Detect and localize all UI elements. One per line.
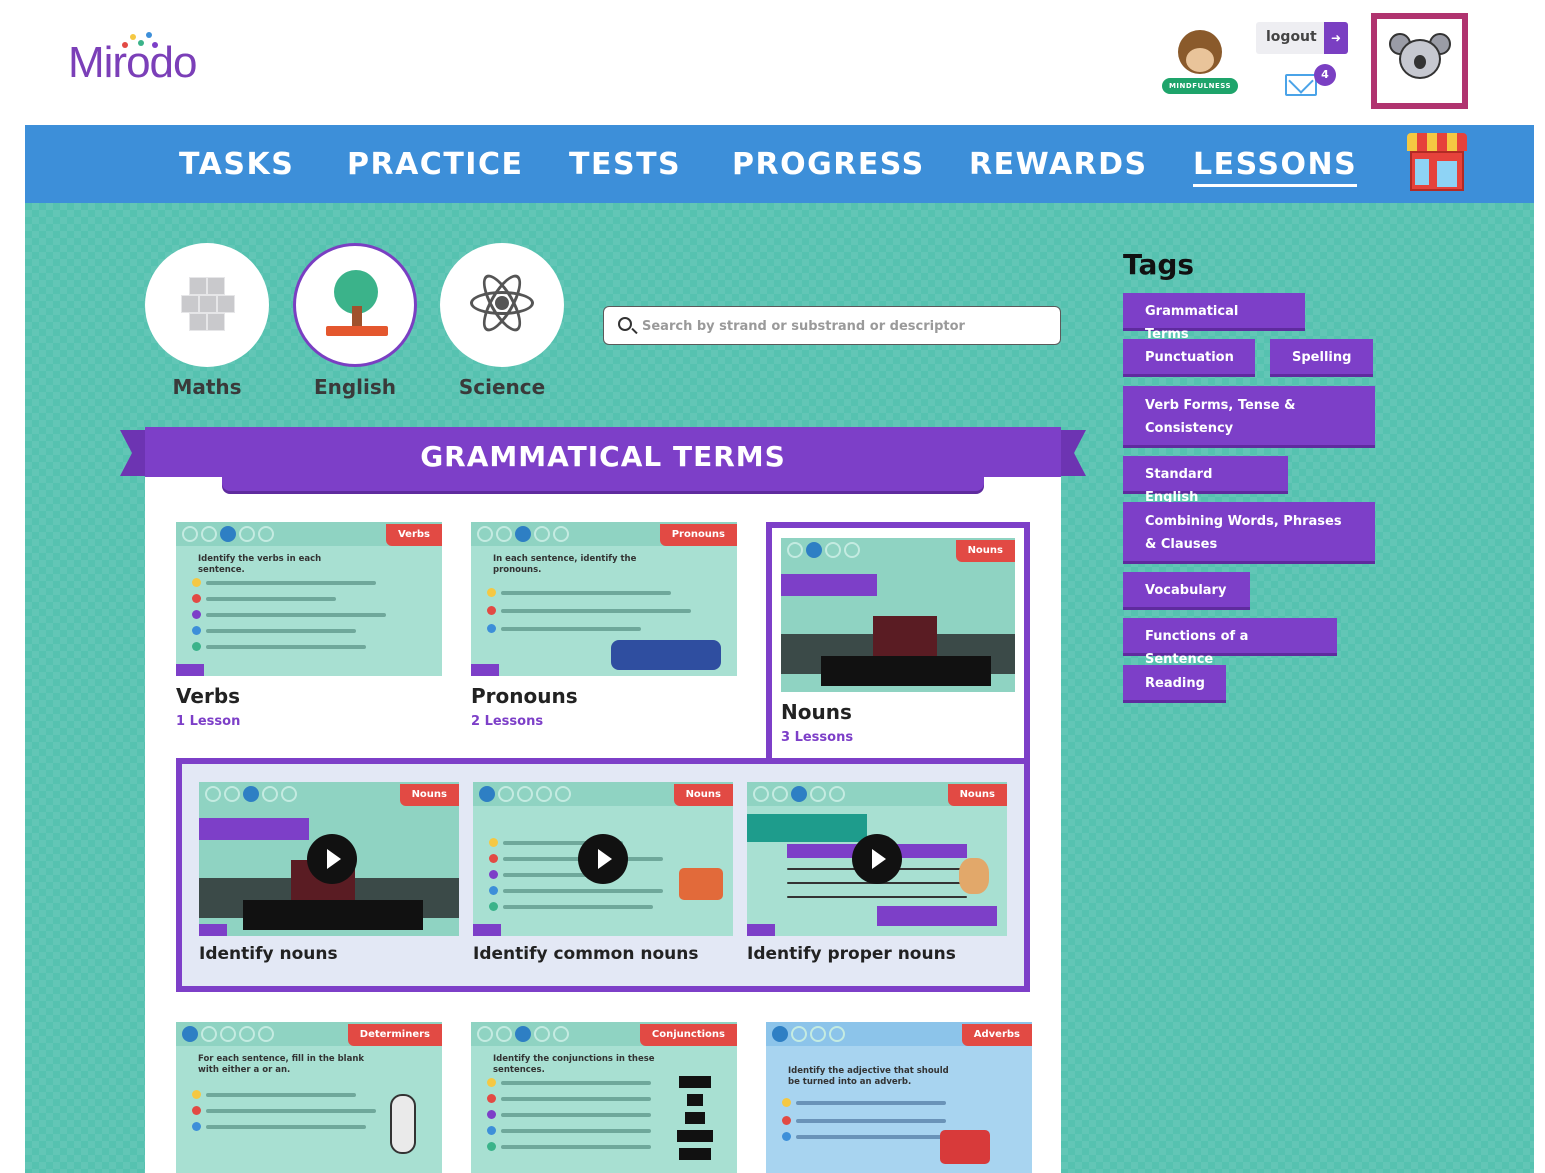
shop-icon[interactable] bbox=[1407, 133, 1467, 191]
topic-card-conjunctions[interactable]: Conjunctions Identify the conjunctions i… bbox=[471, 1022, 737, 1173]
nav-lessons[interactable]: LESSONS bbox=[1193, 147, 1358, 187]
lesson-card[interactable]: Nouns Identify nouns bbox=[199, 782, 459, 964]
section-title: GRAMMATICAL TERMS bbox=[420, 440, 786, 473]
cube-icon bbox=[179, 273, 235, 335]
app-page: Mirodo MINDFULNESS logout ➜ 4 TASKS PRAC… bbox=[0, 0, 1545, 1173]
play-icon[interactable] bbox=[852, 834, 902, 884]
topic-thumbnail: Verbs Identify the verbs in each sentenc… bbox=[176, 522, 442, 676]
lesson-title: Identify proper nouns bbox=[747, 944, 956, 964]
topic-title: Pronouns bbox=[471, 684, 578, 708]
topic-title: Nouns bbox=[781, 700, 852, 724]
play-icon[interactable] bbox=[578, 834, 628, 884]
subject-label: English bbox=[313, 375, 397, 399]
topic-card-pronouns[interactable]: Pronouns In each sentence, identify the … bbox=[471, 522, 737, 729]
search-input[interactable] bbox=[642, 315, 1042, 337]
tag-standard-english[interactable]: Standard English bbox=[1123, 456, 1288, 505]
topic-title: Verbs bbox=[176, 684, 241, 708]
topic-card-nouns[interactable]: Nouns Nouns 3 Lessons bbox=[781, 538, 1015, 745]
lesson-count: 2 Lessons bbox=[471, 714, 544, 729]
search-icon bbox=[618, 317, 632, 331]
topic-card-verbs[interactable]: Verbs Identify the verbs in each sentenc… bbox=[176, 522, 442, 729]
lesson-title: Identify nouns bbox=[199, 944, 338, 964]
logout-label: logout bbox=[1266, 29, 1317, 45]
tag-functions-of-a-sentence[interactable]: Functions of a Sentence bbox=[1123, 618, 1337, 667]
topic-card-determiners[interactable]: Determiners For each sentence, fill in t… bbox=[176, 1022, 442, 1173]
search-bar bbox=[603, 306, 1061, 345]
nav-tasks[interactable]: TASKS bbox=[179, 147, 294, 182]
mirodo-logo[interactable]: Mirodo bbox=[68, 32, 197, 88]
tag-vocabulary[interactable]: Vocabulary bbox=[1123, 572, 1250, 610]
nav-practice[interactable]: PRACTICE bbox=[347, 147, 523, 182]
question-text: Identify the adjective that should be tu… bbox=[788, 1066, 949, 1087]
lesson-thumbnail: Nouns bbox=[473, 782, 733, 936]
mindfulness-monkey-icon[interactable]: MINDFULNESS bbox=[1162, 30, 1238, 98]
lesson-tag: Nouns bbox=[947, 784, 1007, 806]
topic-tag: Adverbs bbox=[961, 1024, 1032, 1046]
nav-tests[interactable]: TESTS bbox=[569, 147, 681, 182]
mindfulness-badge: MINDFULNESS bbox=[1162, 78, 1238, 94]
lesson-count: 1 Lesson bbox=[176, 714, 241, 729]
question-text: For each sentence, fill in the blank wit… bbox=[198, 1054, 365, 1075]
subject-label: Maths bbox=[172, 375, 242, 399]
atom-icon bbox=[470, 269, 534, 337]
question-text: Identify the verbs in each sentence. bbox=[198, 554, 322, 575]
user-avatar[interactable] bbox=[1371, 13, 1468, 109]
subject-label: Science bbox=[458, 375, 546, 399]
lesson-card[interactable]: Nouns Identify common nouns bbox=[473, 782, 733, 964]
question-text: Identify the conjunctions in these sente… bbox=[493, 1054, 655, 1075]
nav-progress[interactable]: PROGRESS bbox=[732, 147, 925, 182]
tag-reading[interactable]: Reading bbox=[1123, 665, 1226, 703]
tag-verb-forms[interactable]: Verb Forms, Tense & Consistency bbox=[1123, 386, 1375, 448]
topic-thumbnail: Nouns bbox=[781, 538, 1015, 692]
logout-button[interactable]: logout ➜ bbox=[1256, 22, 1348, 54]
tag-punctuation[interactable]: Punctuation bbox=[1123, 339, 1255, 377]
mail-count-badge: 4 bbox=[1314, 64, 1336, 86]
topic-thumbnail: Pronouns In each sentence, identify the … bbox=[471, 522, 737, 676]
tags-heading: Tags bbox=[1123, 248, 1195, 281]
topic-tag: Determiners bbox=[347, 1024, 442, 1046]
koala-avatar-icon bbox=[1389, 29, 1451, 91]
topic-tag: Pronouns bbox=[659, 524, 737, 546]
logout-icon: ➜ bbox=[1324, 22, 1348, 54]
logo-dots bbox=[118, 32, 158, 52]
mail-icon[interactable] bbox=[1285, 74, 1317, 96]
lesson-thumbnail: Nouns bbox=[199, 782, 459, 936]
nav-rewards[interactable]: REWARDS bbox=[969, 147, 1148, 182]
topic-thumbnail: Determiners For each sentence, fill in t… bbox=[176, 1022, 442, 1173]
topic-tag: Conjunctions bbox=[639, 1024, 737, 1046]
lesson-count: 3 Lessons bbox=[781, 730, 854, 745]
tag-combining-words[interactable]: Combining Words, Phrases & Clauses bbox=[1123, 502, 1375, 564]
topic-tag: Verbs bbox=[385, 524, 442, 546]
tag-spelling[interactable]: Spelling bbox=[1270, 339, 1373, 377]
lesson-tag: Nouns bbox=[673, 784, 733, 806]
lesson-title: Identify common nouns bbox=[473, 944, 699, 964]
topic-card-adverbs[interactable]: Adverbs Identify the adjective that shou… bbox=[766, 1022, 1032, 1173]
lesson-card[interactable]: Nouns Identify proper nouns bbox=[747, 782, 1007, 964]
lesson-thumbnail: Nouns bbox=[747, 782, 1007, 936]
topic-thumbnail: Adverbs Identify the adjective that shou… bbox=[766, 1022, 1032, 1173]
question-text: In each sentence, identify the pronouns. bbox=[493, 554, 637, 575]
subject-english[interactable]: English bbox=[293, 243, 417, 399]
play-icon[interactable] bbox=[307, 834, 357, 884]
main-nav: TASKS PRACTICE TESTS PROGRESS REWARDS LE… bbox=[25, 125, 1534, 203]
lesson-tag: Nouns bbox=[399, 784, 459, 806]
topic-tag: Nouns bbox=[955, 540, 1015, 562]
subject-maths[interactable]: Maths bbox=[145, 243, 269, 399]
subject-science[interactable]: Science bbox=[440, 243, 564, 399]
tag-grammatical-terms[interactable]: Grammatical Terms bbox=[1123, 293, 1305, 342]
topic-thumbnail: Conjunctions Identify the conjunctions i… bbox=[471, 1022, 737, 1173]
